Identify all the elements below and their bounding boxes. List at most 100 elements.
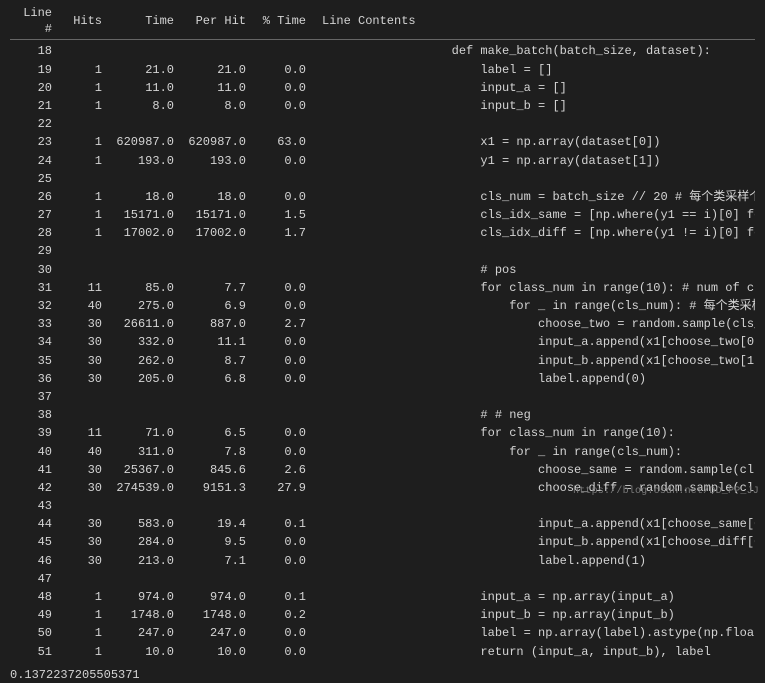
- watermark: https://blog.csdn.net/DD_PP_JJ: [573, 485, 759, 499]
- table-row: 2118.08.00.0 input_b = []: [10, 97, 755, 115]
- cell-code: for _ in range(cls_num): # 每个类采样个数: [312, 297, 755, 315]
- table-row: 18 def make_batch(batch_size, dataset):: [10, 42, 755, 60]
- col-line: Line #: [10, 4, 58, 39]
- cell-pct: 0.0: [252, 533, 312, 551]
- cell-code: [312, 388, 755, 406]
- cell-pct: 0.0: [252, 643, 312, 661]
- cell-line: 18: [10, 42, 58, 60]
- cell-line: 49: [10, 606, 58, 624]
- table-row: 29: [10, 242, 755, 260]
- cell-pct: 0.0: [252, 333, 312, 351]
- col-hits: Hits: [58, 4, 108, 39]
- cell-time: 974.0: [108, 588, 180, 606]
- cell-code: label = []: [312, 61, 755, 79]
- cell-line: 38: [10, 406, 58, 424]
- cell-hits: 1: [58, 588, 108, 606]
- cell-pct: 0.0: [252, 188, 312, 206]
- cell-time: 1748.0: [108, 606, 180, 624]
- cell-per-hit: 6.8: [180, 370, 252, 388]
- table-row: 27115171.015171.01.5 cls_idx_same = [np.…: [10, 206, 755, 224]
- cell-pct: 0.0: [252, 624, 312, 642]
- cell-per-hit: 620987.0: [180, 133, 252, 151]
- table-row: 30 # pos: [10, 261, 755, 279]
- cell-time: 18.0: [108, 188, 180, 206]
- table-row: 38 # # neg: [10, 406, 755, 424]
- cell-per-hit: 7.1: [180, 552, 252, 570]
- cell-pct: 2.7: [252, 315, 312, 333]
- table-row: 37: [10, 388, 755, 406]
- cell-line: 27: [10, 206, 58, 224]
- cell-per-hit: 193.0: [180, 152, 252, 170]
- cell-time: 583.0: [108, 515, 180, 533]
- cell-line: 30: [10, 261, 58, 279]
- cell-line: 19: [10, 61, 58, 79]
- table-row: 333026611.0887.02.7 choose_two = random.…: [10, 315, 755, 333]
- cell-hits: 30: [58, 461, 108, 479]
- cell-line: 44: [10, 515, 58, 533]
- cell-pct: 0.0: [252, 61, 312, 79]
- table-row: 4911748.01748.00.2 input_b = np.array(in…: [10, 606, 755, 624]
- cell-per-hit: 10.0: [180, 643, 252, 661]
- cell-pct: 0.0: [252, 152, 312, 170]
- cell-per-hit: 887.0: [180, 315, 252, 333]
- cell-line: 29: [10, 242, 58, 260]
- cell-hits: 1: [58, 624, 108, 642]
- cell-code: [312, 170, 755, 188]
- cell-hits: [58, 242, 108, 260]
- cell-per-hit: [180, 261, 252, 279]
- cell-line: 51: [10, 643, 58, 661]
- cell-pct: [252, 42, 312, 60]
- cell-line: 32: [10, 297, 58, 315]
- cell-hits: 1: [58, 152, 108, 170]
- cell-hits: [58, 570, 108, 588]
- cell-pct: [252, 261, 312, 279]
- cell-pct: [252, 170, 312, 188]
- cell-per-hit: 18.0: [180, 188, 252, 206]
- table-row: 20111.011.00.0 input_a = []: [10, 79, 755, 97]
- cell-per-hit: 6.9: [180, 297, 252, 315]
- cell-time: 193.0: [108, 152, 180, 170]
- cell-code: label = np.array(label).astype(np.float): [312, 624, 755, 642]
- cell-code: input_a.append(x1[choose_two[0]]): [312, 333, 755, 351]
- cell-pct: [252, 242, 312, 260]
- cell-code: y1 = np.array(dataset[1]): [312, 152, 755, 170]
- table-row: 481974.0974.00.1 input_a = np.array(inpu…: [10, 588, 755, 606]
- cell-per-hit: 845.6: [180, 461, 252, 479]
- cell-line: 45: [10, 533, 58, 551]
- header-rule: [10, 39, 755, 40]
- cell-line: 34: [10, 333, 58, 351]
- cell-code: [312, 570, 755, 588]
- table-row: 51110.010.00.0 return (input_a, input_b)…: [10, 643, 755, 661]
- table-row: 241193.0193.00.0 y1 = np.array(dataset[1…: [10, 152, 755, 170]
- cell-hits: [58, 388, 108, 406]
- cell-per-hit: 17002.0: [180, 224, 252, 242]
- cell-hits: 1: [58, 133, 108, 151]
- cell-hits: 1: [58, 643, 108, 661]
- cell-time: [108, 115, 180, 133]
- cell-hits: 30: [58, 533, 108, 551]
- cell-per-hit: 8.7: [180, 352, 252, 370]
- cell-code: [312, 115, 755, 133]
- cell-hits: 30: [58, 479, 108, 497]
- table-row: 391171.06.50.0 for class_num in range(10…: [10, 424, 755, 442]
- cell-time: 11.0: [108, 79, 180, 97]
- table-row: 231620987.0620987.063.0 x1 = np.array(da…: [10, 133, 755, 151]
- cell-time: 620987.0: [108, 133, 180, 151]
- cell-time: 311.0: [108, 443, 180, 461]
- cell-time: 15171.0: [108, 206, 180, 224]
- cell-time: 275.0: [108, 297, 180, 315]
- cell-per-hit: [180, 170, 252, 188]
- cell-pct: 0.0: [252, 370, 312, 388]
- cell-pct: 0.0: [252, 352, 312, 370]
- cell-line: 35: [10, 352, 58, 370]
- col-per-hit: Per Hit: [180, 4, 252, 39]
- cell-hits: 1: [58, 97, 108, 115]
- cell-line: 31: [10, 279, 58, 297]
- cell-hits: 1: [58, 61, 108, 79]
- cell-time: 71.0: [108, 424, 180, 442]
- cell-per-hit: [180, 42, 252, 60]
- cell-time: 247.0: [108, 624, 180, 642]
- cell-time: [108, 570, 180, 588]
- cell-per-hit: 9.5: [180, 533, 252, 551]
- cell-code: input_a = np.array(input_a): [312, 588, 755, 606]
